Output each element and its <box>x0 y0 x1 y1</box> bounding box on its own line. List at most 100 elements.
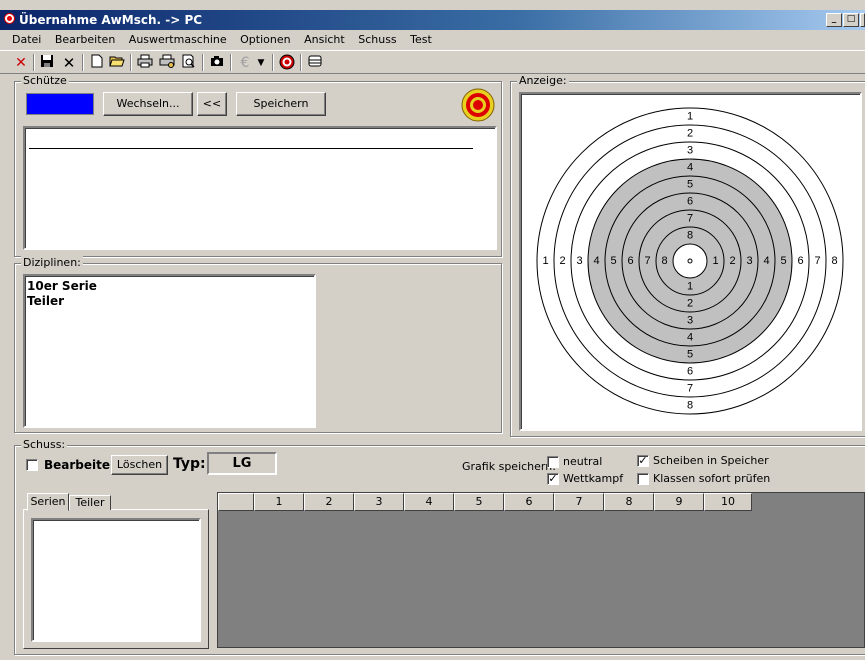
back-button[interactable]: << <box>197 92 227 116</box>
target-ring-10 <box>672 243 708 279</box>
list-item[interactable]: 10er Serie <box>27 279 97 293</box>
print-setup-icon[interactable] <box>158 54 176 72</box>
ring-label-left: 8 <box>661 255 667 267</box>
grid-column-header[interactable]: 5 <box>454 493 504 511</box>
bearbeiten-checkbox[interactable] <box>26 459 38 471</box>
ring-label-left: 3 <box>576 255 582 267</box>
ring-label-right: 5 <box>780 255 786 267</box>
menu-bearbeiten[interactable]: Bearbeiten <box>50 31 120 46</box>
close-window-button[interactable] <box>860 13 865 27</box>
ring-label-left: 2 <box>559 255 565 267</box>
menu-auswertmaschine[interactable]: Auswertmaschine <box>124 31 232 46</box>
ring-label-bottom: 8 <box>687 400 693 412</box>
tab-serien[interactable]: Serien <box>27 493 69 511</box>
title-bar: Übernahme AwMsch. -> PC _ □ <box>0 10 865 30</box>
anzeige-label: Anzeige: <box>517 74 569 87</box>
ring-label-bottom: 6 <box>687 366 693 378</box>
save-icon[interactable] <box>38 54 56 72</box>
schuetze-info-panel[interactable] <box>23 126 497 250</box>
ring-label-left: 5 <box>610 255 616 267</box>
ring-label-top: 7 <box>687 213 693 225</box>
menu-optionen[interactable]: Optionen <box>235 31 295 46</box>
ring-label-left: 6 <box>627 255 633 267</box>
wechseln-button[interactable]: Wechseln... <box>103 92 193 116</box>
ring-label-top: 6 <box>687 196 693 208</box>
maximize-button[interactable]: □ <box>843 13 859 27</box>
grid-column-header[interactable]: 10 <box>704 493 752 511</box>
menu-datei[interactable]: Datei <box>0 31 46 46</box>
ring-label-left: 1 <box>542 255 548 267</box>
grid-column-header[interactable]: 7 <box>554 493 604 511</box>
ring-label-bottom: 2 <box>687 298 693 310</box>
schuetze-label: Schütze <box>21 74 69 87</box>
target-svg: 181 8272 7363 6454 5545 4636 3727 2818 1 <box>536 107 844 415</box>
diziplinen-list[interactable]: 10er Serie Teiler <box>23 274 316 428</box>
menu-ansicht[interactable]: Ansicht <box>299 31 350 46</box>
new-icon[interactable] <box>88 54 106 72</box>
wettkampf-checkbox[interactable]: ✓ <box>547 473 559 485</box>
grid-column-header[interactable]: 6 <box>504 493 554 511</box>
ring-label-bottom: 5 <box>687 349 693 361</box>
neutral-label: neutral <box>563 455 603 468</box>
ring-label-bottom: 3 <box>687 315 693 327</box>
grid-column-header[interactable]: 1 <box>254 493 304 511</box>
grid-column-header[interactable]: 9 <box>654 493 704 511</box>
ring-label-right: 1 <box>712 255 718 267</box>
ring-label-top: 8 <box>687 230 693 242</box>
ring-label-left: 7 <box>644 255 650 267</box>
ring-label-right: 4 <box>763 255 769 267</box>
grid-column-header[interactable]: 2 <box>304 493 354 511</box>
scheiben-checkbox[interactable]: ✓ <box>637 455 649 467</box>
grid-column-header[interactable]: 4 <box>404 493 454 511</box>
list-item[interactable]: Teiler <box>27 294 64 308</box>
ring-label-right: 7 <box>814 255 820 267</box>
ring-label-top: 1 <box>687 111 693 123</box>
menu-test[interactable]: Test <box>405 31 437 46</box>
ring-label-right: 6 <box>797 255 803 267</box>
ring-label-top: 2 <box>687 128 693 140</box>
ring-label-bottom: 1 <box>687 281 693 293</box>
camera-icon[interactable] <box>208 54 226 72</box>
speichern-button[interactable]: Speichern <box>236 92 326 116</box>
klassen-label: Klassen sofort prüfen <box>653 472 771 485</box>
ring-label-right: 3 <box>746 255 752 267</box>
menu-schuss[interactable]: Schuss <box>353 31 401 46</box>
target-logo-icon <box>461 88 495 122</box>
exit-icon[interactable]: ✕ <box>12 54 30 72</box>
wettkampf-label: Wettkampf <box>563 472 624 485</box>
print-preview-icon[interactable] <box>180 54 198 72</box>
menu-bar: Datei Bearbeiten Auswertmaschine Optione… <box>0 31 865 49</box>
app-icon[interactable] <box>4 13 15 24</box>
serien-list[interactable] <box>31 518 201 642</box>
bearbeiten-label: Bearbeiten <box>44 458 119 472</box>
open-icon[interactable] <box>108 54 126 72</box>
typ-label: Typ: <box>173 456 206 472</box>
neutral-checkbox[interactable] <box>547 456 559 468</box>
loeschen-button[interactable]: Löschen <box>111 455 168 475</box>
separator-line <box>29 148 473 149</box>
diziplinen-label: Diziplinen: <box>21 256 83 269</box>
shots-grid[interactable]: 1 2 3 4 5 6 7 8 9 10 <box>217 492 865 648</box>
target-display[interactable]: 18182727363645455454636372728181 <box>519 92 862 431</box>
grid-column-header[interactable]: 3 <box>354 493 404 511</box>
klassen-checkbox[interactable] <box>637 473 649 485</box>
ring-label-right: 2 <box>729 255 735 267</box>
grafik-speichern-label: Grafik speichern: <box>462 460 556 473</box>
color-swatch[interactable] <box>26 93 94 115</box>
minimize-button[interactable]: _ <box>826 13 842 27</box>
scheiben-label: Scheiben in Speicher <box>653 454 769 467</box>
target-icon[interactable] <box>278 54 296 72</box>
print-icon[interactable] <box>136 54 154 72</box>
ring-label-bottom: 4 <box>687 332 693 344</box>
printer-small-icon[interactable] <box>306 54 324 72</box>
ring-label-bottom: 7 <box>687 383 693 395</box>
ring-label-left: 4 <box>593 255 599 267</box>
tab-teiler[interactable]: Teiler <box>69 495 111 510</box>
dropdown-arrow-icon[interactable]: ▼ <box>252 54 270 72</box>
ring-label-top: 5 <box>687 179 693 191</box>
typ-value: LG <box>207 452 277 475</box>
grid-corner <box>218 493 254 511</box>
close-icon[interactable]: ✕ <box>60 54 78 72</box>
ring-label-top: 4 <box>687 162 693 174</box>
grid-column-header[interactable]: 8 <box>604 493 654 511</box>
